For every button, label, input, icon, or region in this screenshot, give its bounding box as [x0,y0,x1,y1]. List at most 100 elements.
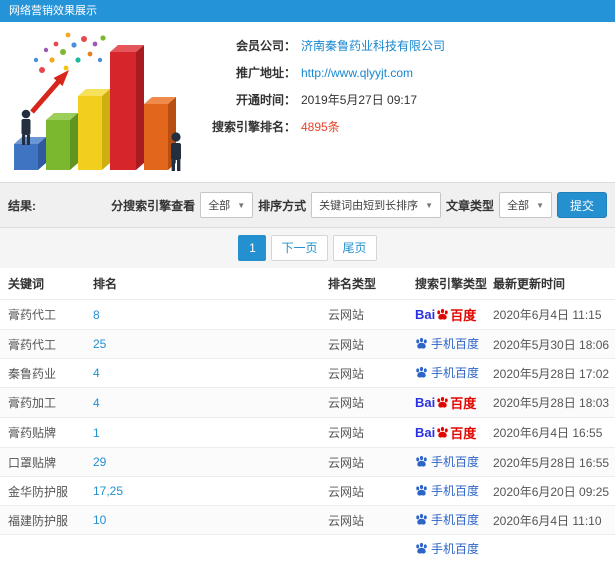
rank-link[interactable]: 10 [93,513,106,527]
rank-type-cell: 云网站 [320,506,407,535]
sort-select[interactable]: 关键词由短到长排序 ▼ [311,192,441,218]
baidu-paw-icon [436,426,449,439]
engine-cell: 手机百度 [407,506,485,535]
article-type-select[interactable]: 全部 ▼ [499,192,552,218]
baidu-paw-icon [415,484,428,497]
rank-type-cell: 云网站 [320,330,407,359]
rank-count-row: 搜索引擎排名： 4895条 [190,118,445,136]
engine-cell: 手机百度 [407,448,485,477]
engine-cell: 手机百度 [407,477,485,506]
submit-button[interactable]: 提交 [557,192,607,218]
keyword-cell: 口罩贴牌 [0,448,85,477]
baidu-paw-icon [436,396,449,409]
rank-type-cell: 云网站 [320,388,407,418]
rank-type-cell: 云网站 [320,418,407,448]
company-row: 会员公司： 济南秦鲁药业科技有限公司 [190,37,445,55]
chevron-down-icon: ▼ [536,201,544,210]
updated-cell: 2020年5月30日 18:06 [485,330,615,359]
table-row: 秦鲁药业 4 云网站手机百度 2020年5月28日 17:02 [0,359,615,388]
rank-type-cell: 云网站 [320,448,407,477]
rank-cell: 4 [85,359,320,388]
marketing-growth-clipart [0,22,190,182]
chevron-down-icon: ▼ [237,201,245,210]
open-time-value: 2019年5月27日 09:17 [301,91,417,109]
rank-type-cell: 云网站 [320,477,407,506]
col-header-keyword: 关键词 [0,268,85,300]
engine-filter-label: 分搜索引擎查看 [111,197,195,214]
baidu-logo: Bai百度 [415,423,476,442]
rank-link[interactable]: 29 [93,455,106,469]
table-row: 膏药代工 25 云网站手机百度 2020年5月30日 18:06 [0,330,615,359]
rank-link[interactable]: 25 [93,337,106,351]
col-header-updated: 最新更新时间 [485,268,615,300]
rank-type-cell: 云网站 [320,359,407,388]
baidu-paw-icon [415,366,428,379]
next-page-button[interactable]: 下一页 [271,235,327,261]
profile-section: 会员公司： 济南秦鲁药业科技有限公司 推广地址： http://www.qlyy… [0,22,615,182]
sort-value: 关键词由短到长排序 [319,197,418,213]
keyword-cell: 膏药代工 [0,300,85,330]
filter-controls: 分搜索引擎查看 全部 ▼ 排序方式 关键词由短到长排序 ▼ 文章类型 全部 ▼ … [111,192,607,218]
engine-cell: Bai百度 [407,418,485,448]
mobile-baidu-logo: 手机百度 [415,335,479,352]
table-row: 膏药贴牌 1 云网站 Bai百度 2020年6月4日 16:55 [0,418,615,448]
pagination: 1 下一页 尾页 [0,228,615,268]
chevron-down-icon: ▼ [425,201,433,210]
table-row-partial: 手机百度 [0,535,615,563]
promo-url-link[interactable]: http://www.qlyyjt.com [301,64,413,82]
rank-cell: 4 [85,388,320,418]
baidu-paw-icon [415,542,428,555]
keyword-cell: 膏药代工 [0,330,85,359]
baidu-paw-icon [436,308,449,321]
engine-cell: Bai百度 [407,388,485,418]
rank-cell: 25 [85,330,320,359]
article-type-value: 全部 [507,197,529,213]
last-page-button[interactable]: 尾页 [333,235,377,261]
mobile-baidu-logo: 手机百度 [415,482,479,499]
engine-cell: 手机百度 [407,535,485,563]
rank-link[interactable]: 4 [93,366,100,380]
updated-cell: 2020年6月4日 16:55 [485,418,615,448]
keyword-cell: 秦鲁药业 [0,359,85,388]
col-header-rank: 排名 [85,268,320,300]
page: { "header": { "title": "网络营销效果展示" }, "pr… [0,0,615,520]
results-table-body: 膏药代工8云网站Bai百度2020年6月4日 11:15膏药代工25云网站手机百… [0,300,615,563]
rank-link[interactable]: 8 [93,308,100,322]
rank-cell: 17,25 [85,477,320,506]
promo-url-row: 推广地址： http://www.qlyyjt.com [190,64,445,82]
rank-cell: 8 [85,300,320,330]
col-header-rank-type: 排名类型 [320,268,407,300]
rank-cell: 10 [85,506,320,535]
rank-link[interactable]: 17,25 [93,484,123,498]
engine-filter-value: 全部 [208,197,230,213]
engine-cell: 手机百度 [407,330,485,359]
result-label: 结果: [8,197,36,214]
confetti-dots [34,33,106,73]
updated-cell: 2020年5月28日 16:55 [485,448,615,477]
engine-cell: Bai百度 [407,300,485,330]
rank-cell: 29 [85,448,320,477]
filter-bar: 结果: 分搜索引擎查看 全部 ▼ 排序方式 关键词由短到长排序 ▼ 文章类型 全… [0,182,615,228]
col-header-engine-type: 搜索引擎类型 [407,268,485,300]
mobile-baidu-logo: 手机百度 [415,453,479,470]
keyword-cell: 金华防护服 [0,477,85,506]
table-row: 膏药代工8云网站Bai百度2020年6月4日 11:15 [0,300,615,330]
bar-chart-clipart-image [8,30,186,176]
updated-cell: 2020年5月28日 17:02 [485,359,615,388]
mobile-baidu-logo: 手机百度 [415,364,479,381]
engine-filter-select[interactable]: 全部 ▼ [200,192,253,218]
company-link[interactable]: 济南秦鲁药业科技有限公司 [301,37,445,55]
keyword-cell: 膏药贴牌 [0,418,85,448]
member-info: 会员公司： 济南秦鲁药业科技有限公司 推广地址： http://www.qlyy… [190,22,445,182]
rank-link[interactable]: 4 [93,396,100,410]
rank-count-value: 4895条 [301,118,340,136]
table-header-row: 关键词 排名 排名类型 搜索引擎类型 最新更新时间 [0,268,615,300]
page-1-button[interactable]: 1 [238,235,266,261]
businessman-figure-right [171,132,181,171]
table-row: 福建防护服10云网站手机百度2020年6月4日 11:10 [0,506,615,535]
rank-type-cell: 云网站 [320,300,407,330]
table-row: 口罩贴牌 29 云网站手机百度 2020年5月28日 16:55 [0,448,615,477]
rank-link[interactable]: 1 [93,426,100,440]
keyword-cell: 福建防护服 [0,506,85,535]
updated-cell: 2020年6月20日 09:25 [485,477,615,506]
